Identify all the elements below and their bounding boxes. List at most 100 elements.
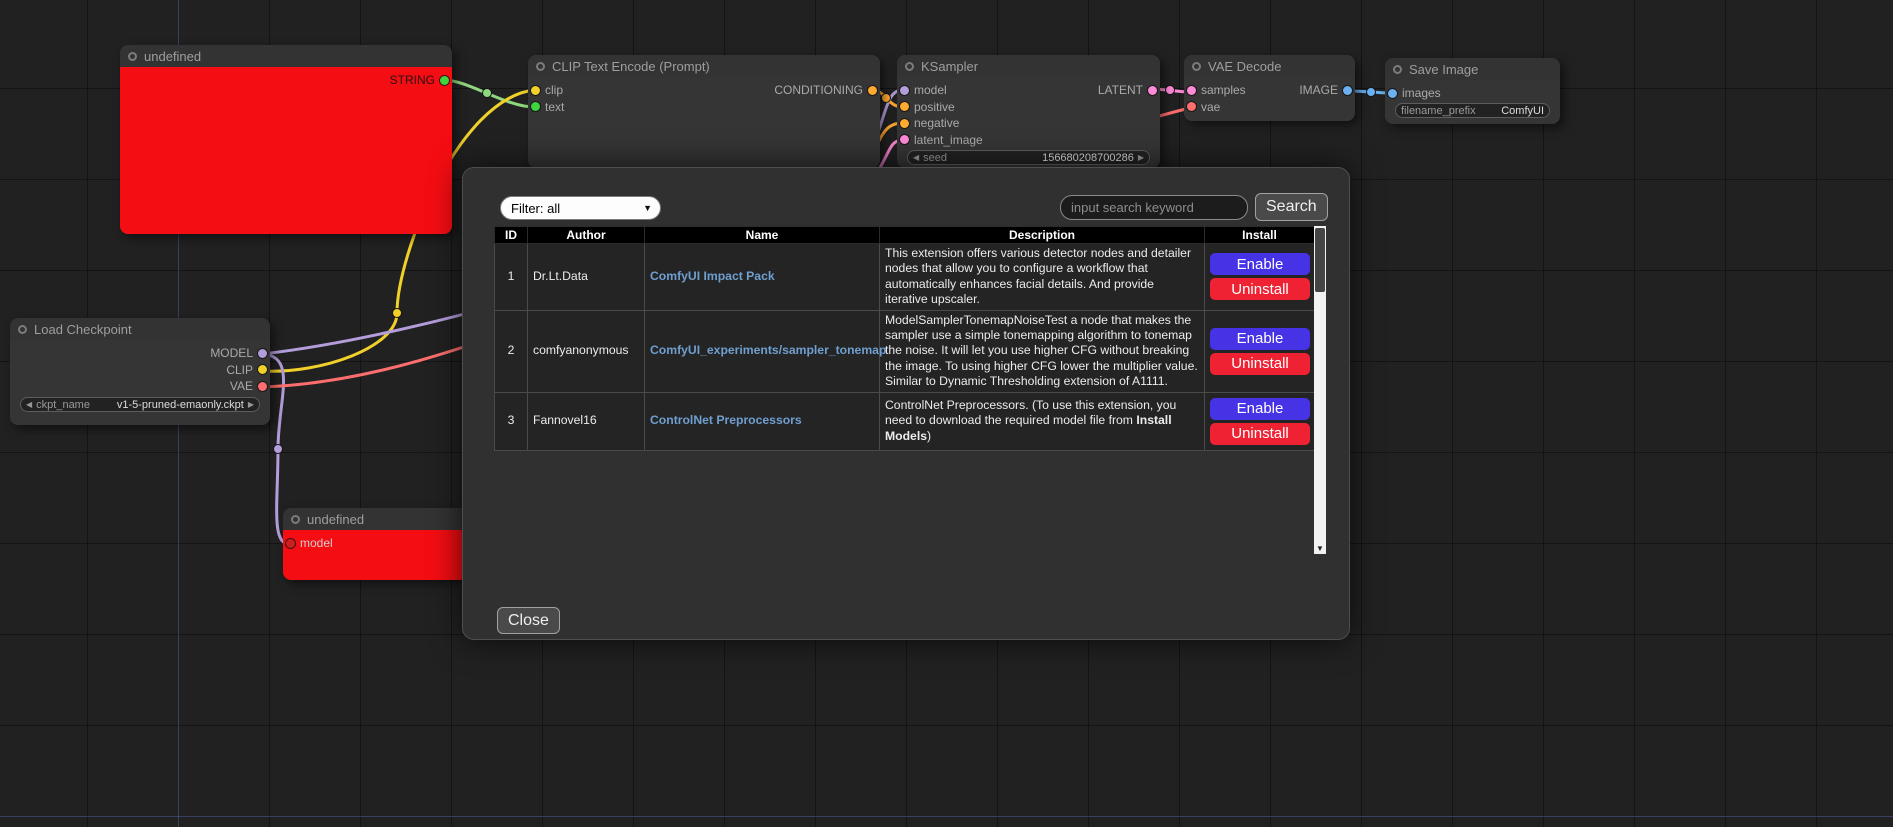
uninstall-button[interactable]: Uninstall	[1210, 423, 1310, 445]
output-slot-MODEL: MODEL	[10, 345, 270, 362]
search-input[interactable]	[1060, 195, 1248, 220]
description-text: This extension offers various detector n…	[885, 246, 1191, 306]
node-titlebar[interactable]: Save Image	[1385, 58, 1560, 80]
output-slot-label: STRING	[390, 73, 435, 87]
enable-button[interactable]: Enable	[1210, 398, 1310, 420]
extension-id: 3	[495, 392, 528, 450]
input-slot-dot-positive[interactable]	[900, 102, 909, 111]
node-titlebar[interactable]: VAE Decode	[1184, 55, 1355, 77]
link-cond-to-positive-midpoint-dot[interactable]	[882, 94, 891, 103]
input-slot-dot-latent_image[interactable]	[900, 135, 909, 144]
extension-author: Dr.Lt.Data	[528, 244, 645, 311]
widget-name: ckpt_name	[36, 399, 90, 411]
input-slot-label: images	[1402, 86, 1441, 100]
extension-description: ControlNet Preprocessors. (To use this e…	[880, 392, 1205, 450]
search-button[interactable]: Search	[1255, 193, 1328, 221]
widget-arrow-right-icon[interactable]: ▶	[1138, 154, 1144, 162]
node-undefined-top[interactable]: undefined STRING	[120, 45, 452, 234]
widget-arrow-right-icon[interactable]: ▶	[248, 401, 254, 409]
node-titlebar[interactable]: KSampler	[897, 55, 1160, 77]
extension-name-link[interactable]: ControlNet Preprocessors	[650, 413, 802, 427]
link-string-to-text-midpoint-dot[interactable]	[483, 89, 492, 98]
link-image-to-images-midpoint-dot[interactable]	[1367, 88, 1376, 97]
node-titlebar[interactable]: Load Checkpoint	[10, 318, 270, 340]
node-vae-decode[interactable]: VAE DecodesamplesvaeIMAGE	[1184, 55, 1355, 121]
node-titlebar[interactable]: CLIP Text Encode (Prompt)	[528, 55, 880, 77]
output-slot-STRING: STRING	[120, 72, 452, 89]
extension-row: 2comfyanonymousComfyUI_experiments/sampl…	[495, 310, 1315, 392]
output-slot-dot-CLIP[interactable]	[258, 365, 267, 374]
input-slot-vae: vae	[1184, 98, 1355, 115]
node-collapse-dot[interactable]	[1393, 65, 1402, 74]
table-scrollbar[interactable]: ▼	[1314, 226, 1326, 554]
uninstall-button[interactable]: Uninstall	[1210, 353, 1310, 375]
output-slot-dot-STRING[interactable]	[440, 76, 449, 85]
input-slot-dot-vae[interactable]	[1187, 102, 1196, 111]
node-clip-text-encode[interactable]: CLIP Text Encode (Prompt)cliptextCONDITI…	[528, 55, 880, 168]
close-button[interactable]: Close	[497, 607, 560, 634]
node-collapse-dot[interactable]	[291, 515, 300, 524]
filter-select-wrap: Filter: all ▼	[500, 196, 661, 220]
node-titlebar[interactable]: undefined	[283, 508, 468, 530]
node-ksampler[interactable]: KSamplermodelpositivenegativelatent_imag…	[897, 55, 1160, 168]
extensions-table-container[interactable]: IDAuthorNameDescriptionInstall 1Dr.Lt.Da…	[494, 226, 1314, 554]
table-header-row: IDAuthorNameDescriptionInstall	[495, 227, 1315, 244]
widget-value: ComfyUI	[1501, 105, 1544, 117]
output-slot-dot-LATENT[interactable]	[1148, 86, 1157, 95]
filter-select[interactable]: Filter: all	[500, 196, 661, 220]
node-body: model	[283, 530, 468, 580]
scrollbar-down-icon[interactable]: ▼	[1314, 545, 1326, 553]
node-load-checkpoint[interactable]: Load Checkpoint MODEL CLIPVAE ◀ ckpt_name v1-…	[10, 318, 270, 425]
node-undefined-bottom[interactable]: undefined model	[283, 508, 468, 580]
input-slot-text: text	[528, 98, 880, 115]
column-header-author: Author	[528, 227, 645, 244]
node-title: Save Image	[1409, 62, 1478, 77]
input-slot-dot-images[interactable]	[1388, 89, 1397, 98]
output-slot-LATENT: LATENT	[897, 82, 1160, 99]
input-slot-dot-model[interactable]	[286, 539, 295, 548]
extension-name-link[interactable]: ComfyUI_experiments/sampler_tonemap	[650, 343, 886, 357]
column-header-description: Description	[880, 227, 1205, 244]
node-collapse-dot[interactable]	[536, 62, 545, 71]
node-collapse-dot[interactable]	[18, 325, 27, 334]
output-slot-VAE: VAE	[10, 378, 270, 395]
output-slot-dot-MODEL[interactable]	[258, 349, 267, 358]
widget-arrow-left-icon[interactable]: ◀	[913, 154, 919, 162]
link-latent-to-samples-midpoint-dot[interactable]	[1166, 86, 1175, 95]
node-titlebar[interactable]: undefined	[120, 45, 452, 67]
input-slot-dot-negative[interactable]	[900, 119, 909, 128]
extension-row: 1Dr.Lt.DataComfyUI Impact PackThis exten…	[495, 244, 1315, 311]
extension-install-cell: Enable Uninstall	[1205, 392, 1315, 450]
output-slot-dot-IMAGE[interactable]	[1343, 86, 1352, 95]
output-slot-dot-VAE[interactable]	[258, 382, 267, 391]
output-slot-label: MODEL	[210, 346, 253, 360]
link-clip-to-clip-midpoint-dot[interactable]	[393, 309, 402, 318]
enable-button[interactable]: Enable	[1210, 253, 1310, 275]
column-header-id: ID	[495, 227, 528, 244]
widget-seed[interactable]: ◀seed156680208700286▶	[907, 150, 1150, 165]
widget-value: v1-5-pruned-emaonly.ckpt	[117, 399, 244, 411]
enable-button[interactable]: Enable	[1210, 328, 1310, 350]
node-collapse-dot[interactable]	[128, 52, 137, 61]
uninstall-button[interactable]: Uninstall	[1210, 278, 1310, 300]
extensions-table: IDAuthorNameDescriptionInstall 1Dr.Lt.Da…	[494, 226, 1314, 451]
node-save-image[interactable]: Save Image images filename_prefixComfyUI	[1385, 58, 1560, 124]
widget-arrow-left-icon[interactable]: ◀	[26, 401, 32, 409]
widget-filename_prefix[interactable]: filename_prefixComfyUI	[1395, 103, 1550, 118]
node-title: undefined	[307, 512, 364, 527]
link-model-down-midpoint-dot[interactable]	[274, 445, 283, 454]
output-slot-dot-CONDITIONING[interactable]	[868, 86, 877, 95]
extension-name-link[interactable]: ComfyUI Impact Pack	[650, 269, 775, 283]
node-collapse-dot[interactable]	[1192, 62, 1201, 71]
input-slot-dot-text[interactable]	[531, 102, 540, 111]
node-body: samplesvaeIMAGE	[1184, 77, 1355, 121]
node-collapse-dot[interactable]	[905, 62, 914, 71]
input-slot-latent_image: latent_image	[897, 131, 1160, 148]
node-title: CLIP Text Encode (Prompt)	[552, 59, 710, 74]
output-slot-label: CLIP	[226, 363, 253, 377]
input-slot-negative: negative	[897, 115, 1160, 132]
widget-ckpt_name[interactable]: ◀ ckpt_name v1-5-pruned-emaonly.ckpt ▶	[20, 397, 260, 412]
extension-author: Fannovel16	[528, 392, 645, 450]
scrollbar-thumb[interactable]	[1315, 228, 1325, 292]
description-text: ModelSamplerTonemapNoiseTest a node that…	[885, 313, 1198, 389]
